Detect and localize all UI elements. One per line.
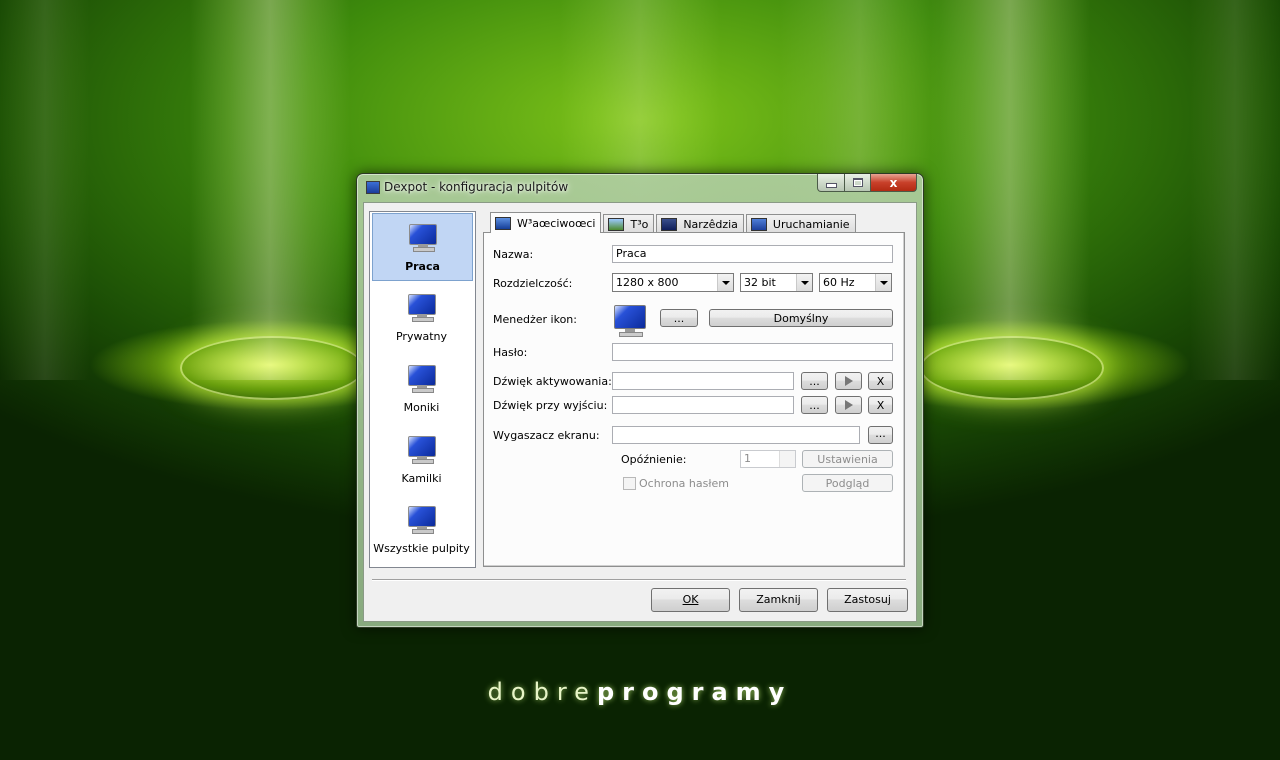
wallpaper-logo: dobreprogramy [0,678,1280,706]
exit-sound-browse-button[interactable]: ... [801,396,828,414]
properties-panel: Nazwa: Praca Rozdzielczość: 1280 x 800 3… [483,232,905,567]
refresh-rate-value: 60 Hz [823,276,855,289]
tab-wallpaper[interactable]: T³o [603,214,655,233]
resolution-value: 1280 x 800 [616,276,679,289]
screensaver-settings-button[interactable]: Ustawienia [802,450,893,468]
delay-spinner[interactable]: 1 [740,450,796,468]
spinner-arrows-icon [779,451,795,467]
wallpaper-logo-bold: programy [596,678,793,706]
maximize-button[interactable] [845,174,871,192]
dexpot-config-window: Dexpot - konfiguracja pulpitów x Praca P… [356,173,924,628]
icon-browse-button[interactable]: ... [660,309,698,327]
name-field[interactable]: Praca [612,245,893,263]
caption-buttons: x [817,174,917,192]
monitor-icon [408,294,436,322]
background-light-column [0,0,90,380]
activation-sound-field[interactable] [612,372,794,390]
color-depth-value: 32 bit [744,276,776,289]
dexpot-app-icon [366,181,380,194]
screensaver-browse-button[interactable]: ... [868,426,893,444]
profile-item-kamilki[interactable]: Kamilki [372,426,471,492]
activation-sound-clear-button[interactable]: X [868,372,893,390]
profile-item-praca[interactable]: Praca [372,213,473,281]
profile-item-prywatny[interactable]: Prywatny [372,284,471,350]
tools-tab-icon [661,217,678,231]
refresh-rate-select[interactable]: 60 Hz [819,273,892,292]
background-light-column [190,0,350,380]
apply-button[interactable]: Zastosuj [827,588,908,612]
resolution-label: Rozdzielczość: [493,277,573,290]
default-icon-button[interactable]: Domyślny [709,309,893,327]
title-bar[interactable]: Dexpot - konfiguracja pulpitów x [357,174,923,202]
password-protect-label: Ochrona hasłem [639,477,729,490]
chevron-down-icon [717,274,733,291]
footer-separator [372,579,906,581]
exit-sound-clear-button[interactable]: X [868,396,893,414]
profile-item-wszystkie-pulpity[interactable]: Wszystkie pulpity [372,496,471,562]
profile-item-moniki[interactable]: Moniki [372,355,471,421]
monitor-icon [614,305,648,337]
play-icon [845,400,853,410]
wallpaper-logo-light: dobre [487,678,597,706]
exit-sound-label: Dźwięk przy wyjściu: [493,399,608,412]
screensaver-field[interactable] [612,426,860,444]
activation-sound-play-button[interactable] [835,372,862,390]
password-protect-checkbox[interactable] [623,477,636,490]
name-label: Nazwa: [493,248,534,261]
chevron-down-icon [796,274,812,291]
ok-button[interactable]: OK [651,588,730,612]
properties-tab-icon [495,216,511,230]
password-label: Hasło: [493,346,528,359]
profile-label: Prywatny [395,330,447,343]
background-glow-ring [180,336,364,400]
screensaver-label: Wygaszacz ekranu: [493,429,600,442]
close-button[interactable]: Zamknij [739,588,818,612]
monitor-icon [408,506,436,534]
icon-manager-label: Menedżer ikon: [493,313,577,326]
close-icon: x [889,175,898,190]
dialog-client-area: Praca Prywatny Moniki Kamilki Wszystkie … [363,202,917,622]
close-window-button[interactable]: x [871,174,917,192]
delay-value: 1 [744,452,751,465]
background-light-column [930,0,1090,380]
tab-label: Narzêdzia [683,217,738,231]
resolution-select[interactable]: 1280 x 800 [612,273,734,292]
tab-strip: W³aœciwoœci T³o Narzêdzia Uruchamianie [490,212,858,233]
tab-label: Uruchamianie [772,217,850,231]
color-depth-select[interactable]: 32 bit [740,273,813,292]
play-icon [845,376,853,386]
exit-sound-field[interactable] [612,396,794,414]
password-field[interactable] [612,343,893,361]
profile-label: Moniki [403,401,440,414]
maximize-icon [852,178,863,187]
profile-label: Praca [405,260,440,273]
exit-sound-play-button[interactable] [835,396,862,414]
minimize-button[interactable] [817,174,845,192]
monitor-icon [409,224,437,252]
tab-startup[interactable]: Uruchamianie [745,214,856,233]
minimize-icon [825,183,837,188]
background-glow-ring [920,336,1104,400]
tab-properties[interactable]: W³aœciwoœci [490,212,602,233]
tab-tools[interactable]: Narzêdzia [656,214,744,233]
screensaver-preview-button[interactable]: Podgląd [802,474,893,492]
profile-label: Wszystkie pulpity [373,542,470,555]
profile-label: Kamilki [401,472,442,485]
tab-label: T³o [630,217,649,231]
window-title: Dexpot - konfiguracja pulpitów [384,180,569,194]
activation-sound-browse-button[interactable]: ... [801,372,828,390]
startup-tab-icon [750,217,767,231]
monitor-icon [408,436,436,464]
monitor-icon [408,365,436,393]
activation-sound-label: Dźwięk aktywowania: [493,375,612,388]
chevron-down-icon [875,274,891,291]
desktop-profile-list: Praca Prywatny Moniki Kamilki Wszystkie … [369,211,476,568]
background-light-column [1190,0,1280,380]
tab-label: W³aœciwoœci [517,216,596,230]
delay-label: Opóźnienie: [621,453,687,466]
wallpaper-tab-icon [608,217,625,231]
